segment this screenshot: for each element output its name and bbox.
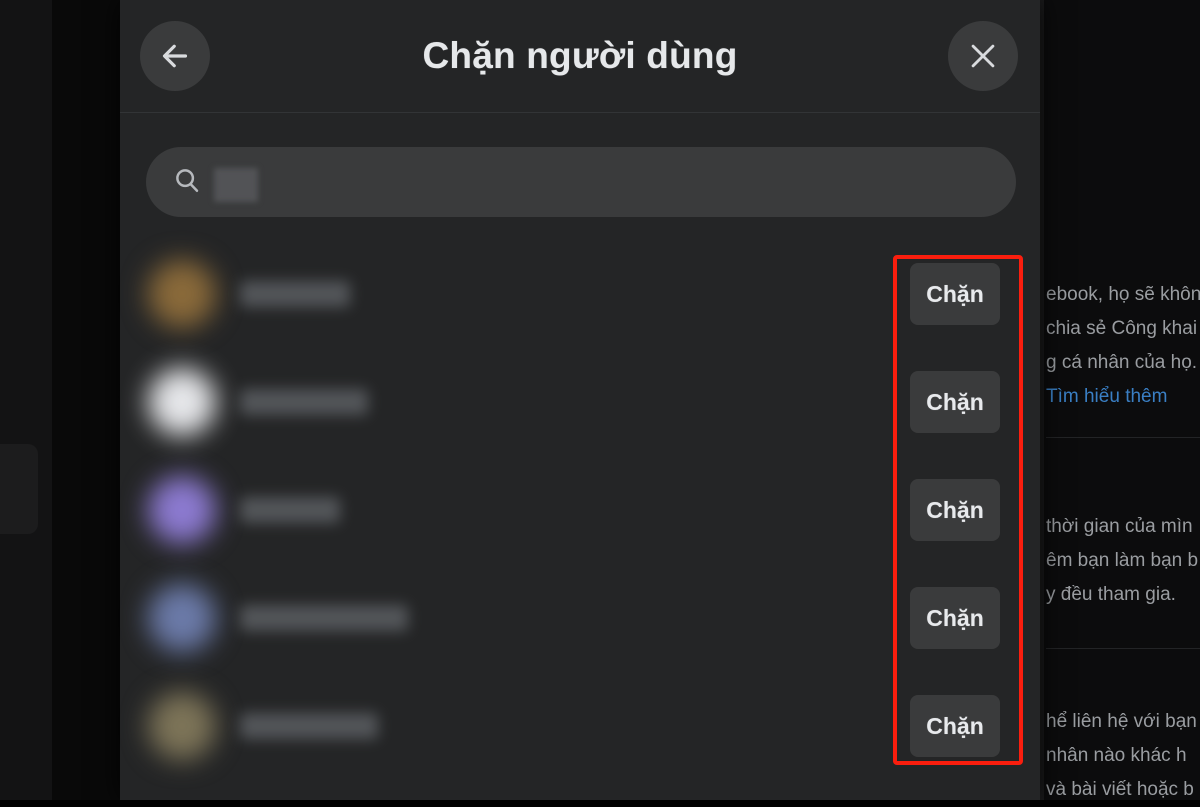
- search-input[interactable]: [146, 147, 1016, 217]
- avatar: [148, 476, 216, 544]
- background-text-block-2: thời gian của mìn êm bạn làm bạn b y đều…: [1046, 510, 1200, 612]
- user-name: [240, 497, 340, 523]
- page-title: Chặn người dùng: [422, 35, 738, 76]
- avatar: [148, 584, 216, 652]
- list-item[interactable]: Chặn: [120, 348, 1040, 456]
- background-text-block-3: hể liên hệ với bạn nhân nào khác h và bà…: [1046, 705, 1200, 807]
- background-text-line: ebook, họ sẽ khôn: [1046, 284, 1200, 305]
- dialog-header: Chặn người dùng: [120, 0, 1040, 113]
- list-item[interactable]: Chặn: [120, 564, 1040, 672]
- list-item[interactable]: Chặn: [120, 240, 1040, 348]
- user-name: [240, 605, 408, 631]
- search-icon: [172, 165, 202, 200]
- background-text-line: nhân nào khác h: [1046, 745, 1187, 766]
- user-name: [240, 389, 368, 415]
- background-divider: [1046, 437, 1200, 438]
- list-item[interactable]: Chặn: [120, 672, 1040, 780]
- user-name: [240, 713, 378, 739]
- block-button[interactable]: Chặn: [910, 371, 1000, 433]
- avatar: [148, 260, 216, 328]
- background-text-line: g cá nhân của họ.: [1046, 352, 1198, 373]
- search-field-wrapper[interactable]: [146, 147, 1016, 217]
- block-button[interactable]: Chặn: [910, 587, 1000, 649]
- avatar: [148, 368, 216, 436]
- avatar: [148, 692, 216, 760]
- background-text-line: êm bạn làm bạn b: [1046, 550, 1199, 571]
- background-text-line: chia sẻ Công khai: [1046, 318, 1198, 339]
- background-right-edge: [1040, 0, 1044, 800]
- learn-more-link[interactable]: Tìm hiểu thêm: [1046, 380, 1200, 414]
- background-text-line: y đều tham gia.: [1046, 584, 1176, 605]
- background-left-gap: [52, 0, 120, 800]
- user-name: [240, 281, 350, 307]
- background-left-card: [0, 444, 38, 534]
- block-button[interactable]: Chặn: [910, 479, 1000, 541]
- background-divider: [1046, 648, 1200, 649]
- close-button[interactable]: [948, 21, 1018, 91]
- background-text-line: thời gian của mìn: [1046, 516, 1193, 537]
- block-button[interactable]: Chặn: [910, 695, 1000, 757]
- block-users-dialog: Chặn người dùng Chặn Chặn Chặn Chặn Chặn: [120, 0, 1040, 800]
- background-text-line: hể liên hệ với bạn: [1046, 711, 1197, 732]
- blocked-user-list: Chặn Chặn Chặn Chặn Chặn: [120, 240, 1040, 800]
- background-text-line: và bài viết hoặc b: [1046, 779, 1194, 800]
- background-left-rail: [0, 0, 52, 800]
- close-icon: [966, 39, 1000, 73]
- block-button[interactable]: Chặn: [910, 263, 1000, 325]
- list-item[interactable]: Chặn: [120, 456, 1040, 564]
- background-text-block-1: ebook, họ sẽ khôn chia sẻ Công khai g cá…: [1046, 278, 1200, 414]
